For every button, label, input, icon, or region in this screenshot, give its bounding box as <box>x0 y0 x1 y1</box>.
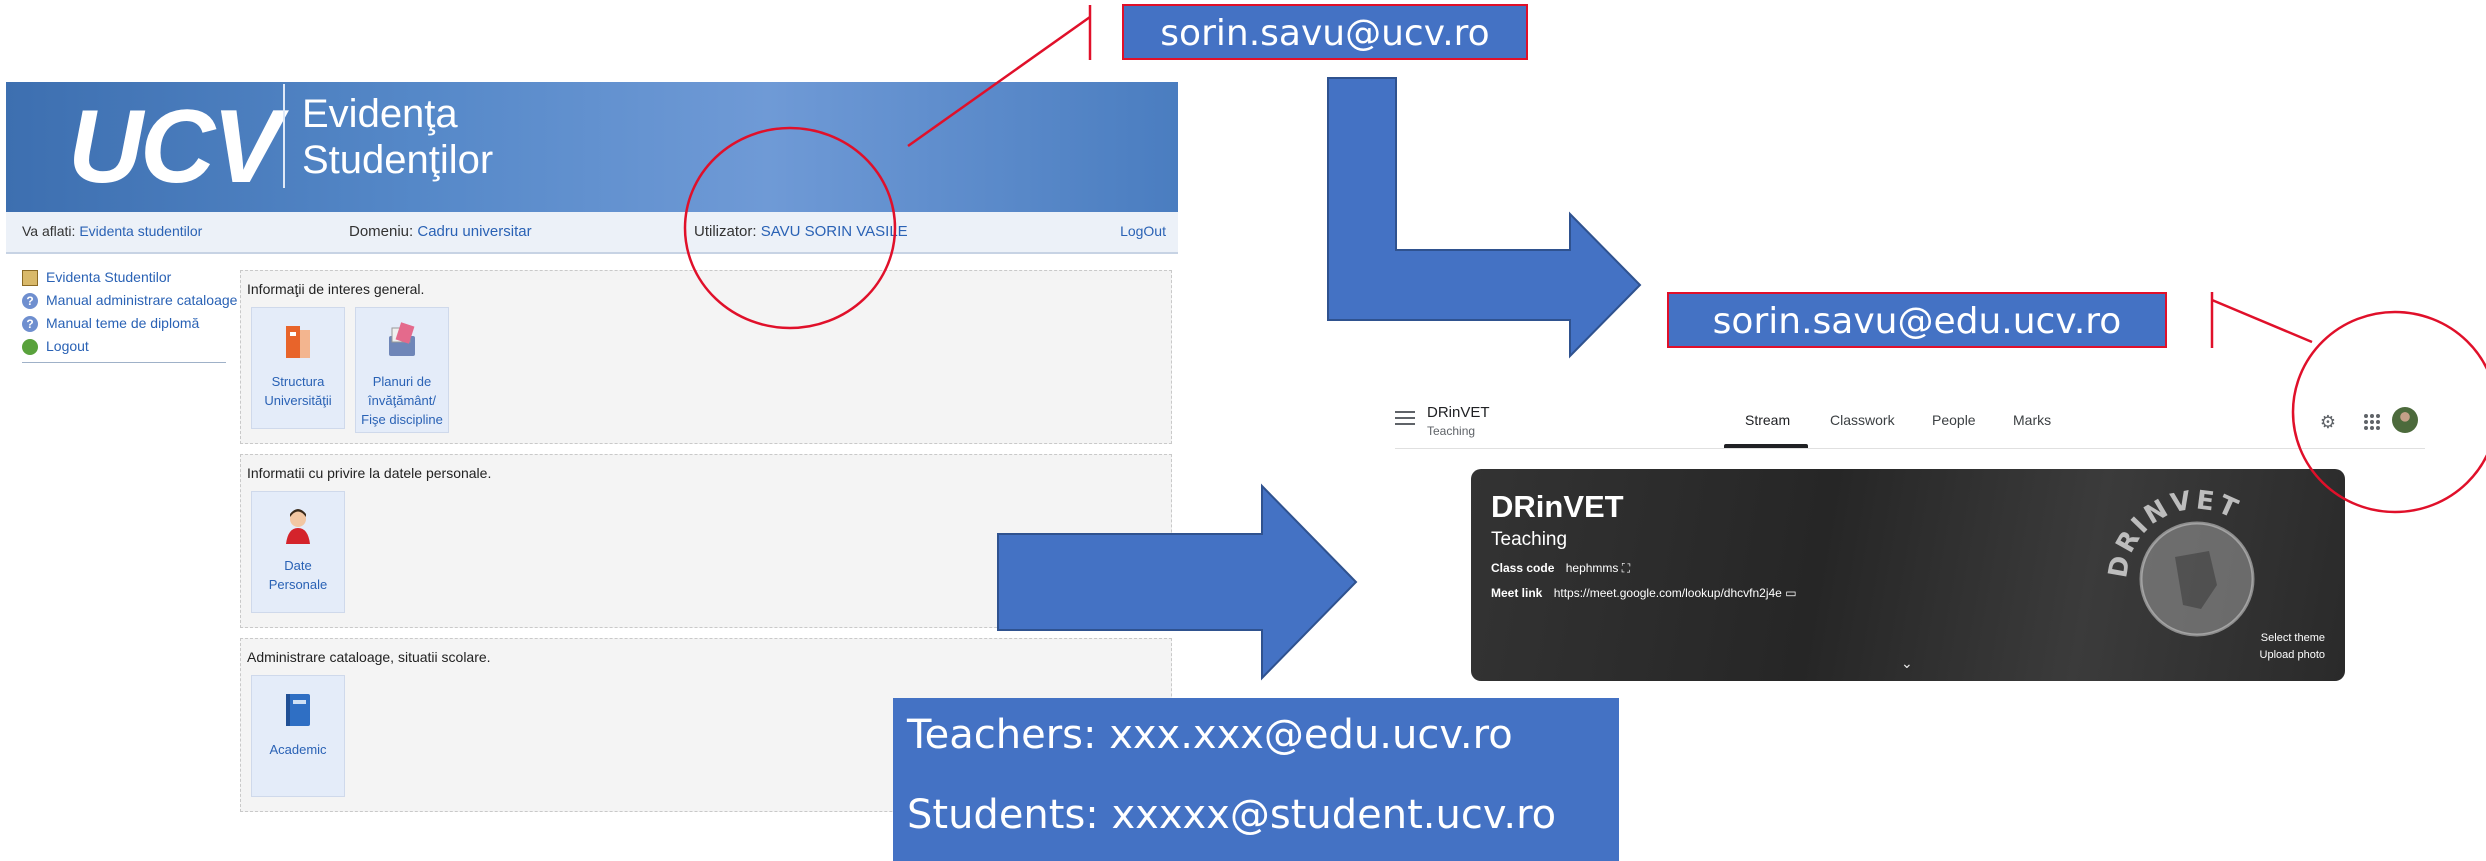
highlight-circle-ucv-user <box>683 126 897 330</box>
students-domain-text: Students: xxxxx@student.ucv.ro <box>907 792 1557 838</box>
teachers-domain-text: Teachers: xxx.xxx@edu.ucv.ro <box>907 712 1513 758</box>
highlight-circle-classroom-avatar <box>2291 310 2486 514</box>
old-email-callout: sorin.savu@ucv.ro <box>1122 4 1528 60</box>
email-domains-callout: Teachers: xxx.xxx@edu.ucv.ro Students: x… <box>893 698 1619 861</box>
arrow-portal-to-classroom <box>997 483 1358 681</box>
connector-line-old-email <box>907 15 1091 148</box>
arrow-email-migration <box>1327 77 1642 359</box>
new-email-callout: sorin.savu@edu.ucv.ro <box>1667 292 2167 348</box>
connector-line-new-email <box>2211 298 2313 344</box>
